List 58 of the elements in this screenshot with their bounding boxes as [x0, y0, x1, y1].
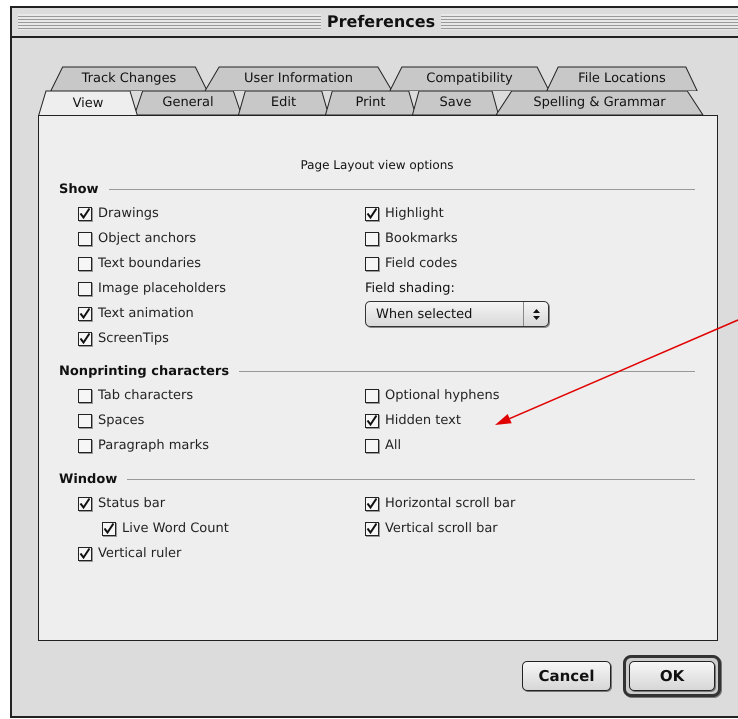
checkbox-label: Object anchors — [98, 231, 196, 246]
checkbox-label: ScreenTips — [98, 331, 169, 346]
checkbox[interactable] — [365, 232, 379, 246]
tab[interactable]: File Locations — [546, 66, 698, 91]
tab[interactable]: Print — [325, 90, 416, 115]
checkbox-label: Spaces — [98, 413, 144, 428]
tab[interactable]: General — [134, 90, 242, 115]
checkbox[interactable] — [78, 546, 92, 560]
checkbox-label: Status bar — [98, 496, 166, 511]
checkbox-label: Text animation — [98, 306, 194, 321]
checkbox-label: Vertical ruler — [98, 546, 182, 561]
checkbox-label: Hidden text — [385, 413, 461, 428]
caption: Page Layout view options — [300, 158, 454, 172]
checkbox-label: Field codes — [385, 256, 458, 271]
checkbox-label: Drawings — [98, 206, 159, 221]
checkbox[interactable] — [78, 414, 92, 428]
checkbox-label: Vertical scroll bar — [385, 521, 498, 536]
checkbox[interactable] — [78, 438, 92, 452]
checkbox[interactable] — [78, 282, 92, 296]
default-button[interactable]: OK — [629, 661, 715, 691]
checkbox-label: Text boundaries — [98, 256, 202, 271]
checkbox[interactable] — [365, 496, 379, 510]
checkbox-label: Image placeholders — [98, 281, 226, 296]
checkbox-label: Live Word Count — [122, 521, 229, 536]
window-title: Preferences — [320, 13, 442, 31]
tab[interactable]: Edit — [238, 90, 329, 115]
checkbox-label: All — [385, 438, 402, 453]
up-down-arrows-icon — [532, 308, 540, 320]
checkbox[interactable] — [78, 388, 92, 402]
checkbox-label: Bookmarks — [385, 231, 458, 246]
checkbox[interactable] — [78, 232, 92, 246]
checkbox[interactable] — [78, 496, 92, 510]
checkbox-label: Tab characters — [98, 388, 194, 403]
tab[interactable]: Save — [412, 90, 499, 115]
checkbox[interactable] — [78, 206, 92, 220]
checkbox[interactable] — [78, 256, 92, 270]
checkbox[interactable] — [365, 388, 379, 402]
section-heading: Show — [59, 182, 99, 196]
checkbox[interactable] — [365, 256, 379, 270]
section-heading: Window — [59, 472, 118, 486]
checkbox[interactable] — [365, 522, 379, 536]
push-button[interactable]: Cancel — [522, 661, 611, 691]
tab[interactable]: Track Changes — [50, 66, 208, 91]
section-heading: Nonprinting characters — [59, 364, 230, 378]
checkbox-label: Highlight — [385, 206, 444, 221]
checkbox[interactable] — [78, 332, 92, 346]
tab[interactable]: View — [38, 90, 138, 116]
shading-dropdown[interactable]: When selected — [365, 301, 549, 327]
checkbox[interactable] — [78, 306, 92, 320]
checkbox[interactable] — [365, 438, 379, 452]
checkbox-label: Paragraph marks — [98, 438, 209, 453]
checkbox[interactable] — [365, 414, 379, 428]
checkbox[interactable] — [365, 206, 379, 220]
checkbox[interactable] — [102, 522, 116, 536]
tab[interactable]: Compatibility — [389, 66, 550, 91]
checkbox-label: Horizontal scroll bar — [385, 496, 516, 511]
field-label: Field shading: — [365, 281, 455, 296]
checkbox-label: Optional hyphens — [385, 388, 500, 403]
